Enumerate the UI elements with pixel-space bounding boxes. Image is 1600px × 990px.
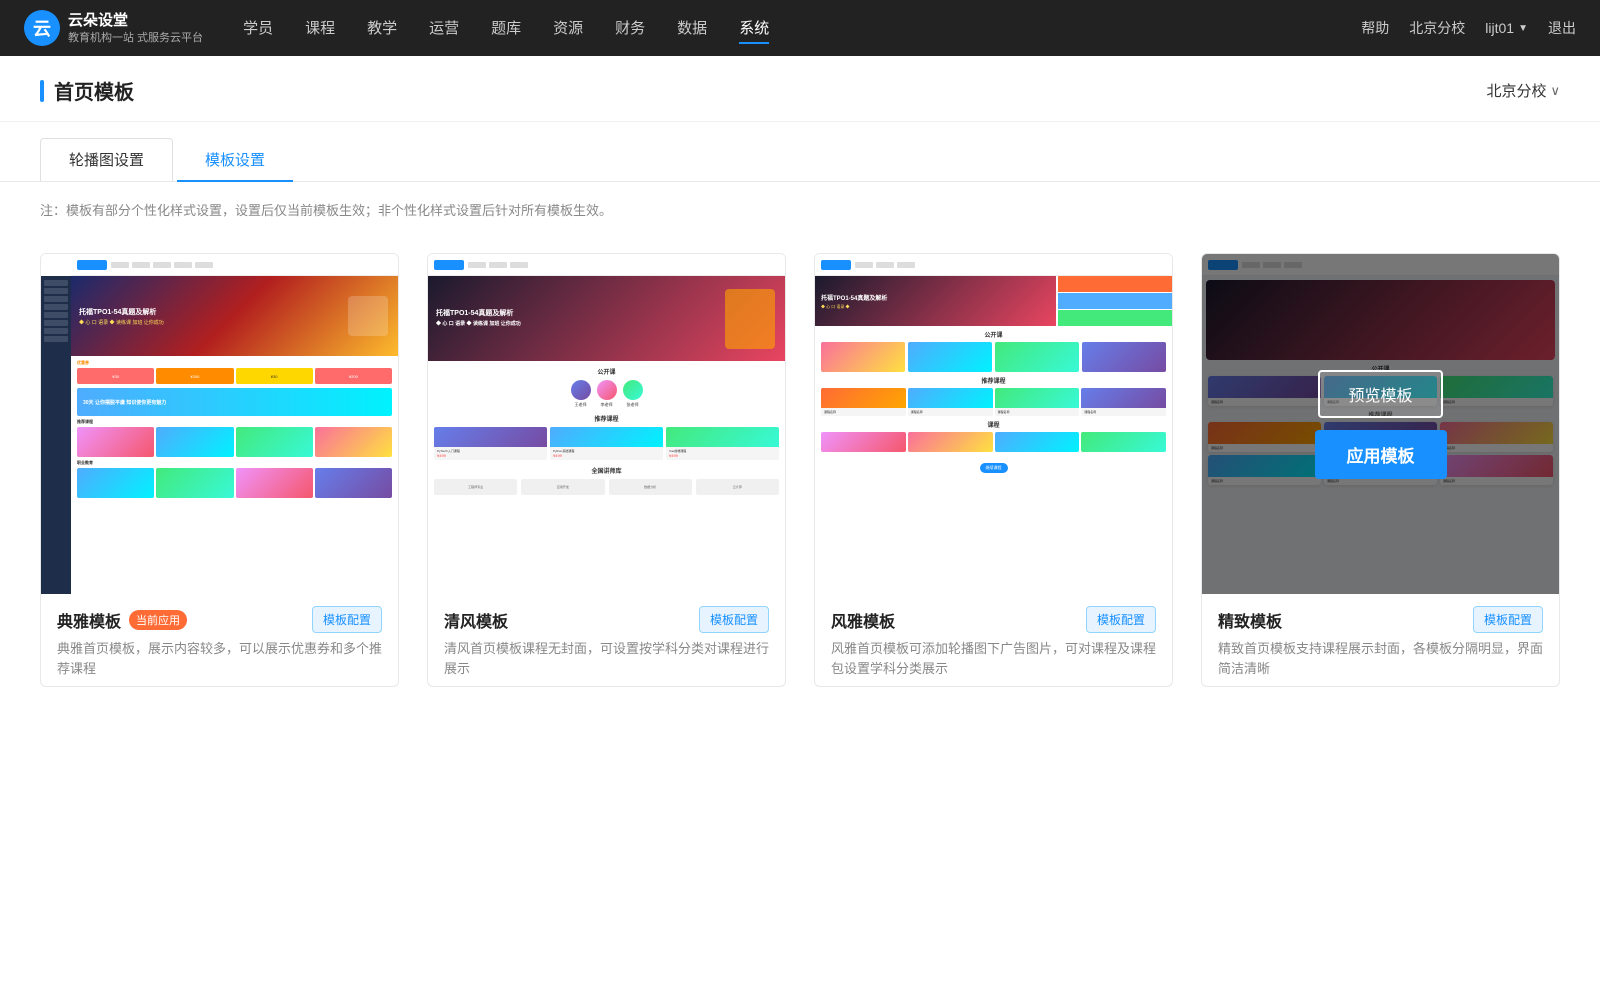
- template-preview-4: 公开课 课程名称 课程名称: [1202, 254, 1559, 594]
- overlay-apply-button[interactable]: 应用模板: [1315, 430, 1447, 479]
- template-preview-1: 托福TPO1-54真题及解析 ◆ 心 口 语录 ◆ 读练课 加班 让你成功 优惠…: [41, 254, 398, 594]
- logo-text: 云朵设堂 教育机构一站 式服务云平台: [68, 11, 203, 45]
- card-footer-3: 风雅模板 模板配置 风雅首页模板可添加轮播图下广告图片，可对课程及课程包设置学科…: [815, 594, 1172, 686]
- card-badge-1: 当前应用: [129, 610, 187, 630]
- nav-branch[interactable]: 北京分校: [1409, 18, 1465, 38]
- nav-item-courses[interactable]: 课程: [305, 13, 335, 44]
- tabs-container: 轮播图设置 模板设置: [0, 138, 1600, 182]
- card-config-btn-2[interactable]: 模板配置: [699, 606, 769, 633]
- card-desc-1: 典雅首页模板，展示内容较多，可以展示优惠券和多个推荐课程: [57, 639, 382, 678]
- nav-logo[interactable]: 云 云朵设堂 教育机构一站 式服务云平台: [24, 10, 203, 46]
- card-config-btn-1[interactable]: 模板配置: [312, 606, 382, 633]
- card-desc-3: 风雅首页模板可添加轮播图下广告图片，可对课程及课程包设置学科分类展示: [831, 639, 1156, 678]
- page-header: 首页模板 北京分校: [0, 56, 1600, 122]
- card-desc-2: 清风首页模板课程无封面，可设置按学科分类对课程进行展示: [444, 639, 769, 678]
- card-name-3: 风雅模板: [831, 608, 895, 632]
- tab-template[interactable]: 模板设置: [177, 139, 293, 182]
- nav-item-finance[interactable]: 财务: [615, 13, 645, 44]
- nav-help[interactable]: 帮助: [1361, 18, 1389, 38]
- card-footer-4: 精致模板 模板配置 精致首页模板支持课程展示封面，各模板分隔明显，界面简洁清晰: [1202, 594, 1559, 686]
- nav-user[interactable]: lijt01: [1485, 20, 1528, 36]
- main-nav: 云 云朵设堂 教育机构一站 式服务云平台 学员 课程 教学 运营 题库 资源 财…: [0, 0, 1600, 56]
- nav-item-question-bank[interactable]: 题库: [491, 13, 521, 44]
- tab-carousel[interactable]: 轮播图设置: [40, 138, 173, 181]
- card-desc-4: 精致首页模板支持课程展示封面，各模板分隔明显，界面简洁清晰: [1218, 639, 1543, 678]
- template-card-1: 托福TPO1-54真题及解析 ◆ 心 口 语录 ◆ 读练课 加班 让你成功 优惠…: [40, 253, 399, 687]
- page-title: 首页模板: [54, 76, 134, 105]
- templates-grid: 托福TPO1-54真题及解析 ◆ 心 口 语录 ◆ 读练课 加班 让你成功 优惠…: [0, 229, 1600, 727]
- nav-right: 帮助 北京分校 lijt01 退出: [1361, 18, 1576, 38]
- template-card-2: 托福TPO1-54真题及解析 ◆ 心 口 语录 ◆ 读练课 加班 让你成功 公开…: [427, 253, 786, 687]
- title-bar-decoration: [40, 80, 44, 102]
- template-preview-2: 托福TPO1-54真题及解析 ◆ 心 口 语录 ◆ 读练课 加班 让你成功 公开…: [428, 254, 785, 594]
- card-name-4: 精致模板: [1218, 608, 1282, 632]
- card-config-btn-4[interactable]: 模板配置: [1473, 606, 1543, 633]
- card-config-btn-3[interactable]: 模板配置: [1086, 606, 1156, 633]
- nav-item-students[interactable]: 学员: [243, 13, 273, 44]
- nav-item-resources[interactable]: 资源: [553, 13, 583, 44]
- nav-item-data[interactable]: 数据: [677, 13, 707, 44]
- logo-icon: 云: [24, 10, 60, 46]
- page-content: 首页模板 北京分校 轮播图设置 模板设置 注：模板有部分个性化样式设置，设置后仅…: [0, 56, 1600, 990]
- template-card-4: 公开课 课程名称 课程名称: [1201, 253, 1560, 687]
- branch-selector[interactable]: 北京分校: [1486, 80, 1560, 101]
- template-card-3: 托福TPO1-54真题及解析 ◆ 心 口 语录 ◆: [814, 253, 1173, 687]
- overlay-preview-button[interactable]: 预览模板: [1318, 370, 1442, 418]
- template-note: 注：模板有部分个性化样式设置，设置后仅当前模板生效；非个性化样式设置后针对所有模…: [0, 182, 1600, 229]
- template-overlay-4: 预览模板 应用模板: [1202, 254, 1559, 594]
- card-footer-2: 清风模板 模板配置 清风首页模板课程无封面，可设置按学科分类对课程进行展示: [428, 594, 785, 686]
- nav-menu: 学员 课程 教学 运营 题库 资源 财务 数据 系统: [243, 13, 1361, 44]
- template-preview-3: 托福TPO1-54真题及解析 ◆ 心 口 语录 ◆: [815, 254, 1172, 594]
- nav-item-operations[interactable]: 运营: [429, 13, 459, 44]
- nav-item-teaching[interactable]: 教学: [367, 13, 397, 44]
- card-name-1: 典雅模板: [57, 608, 121, 632]
- card-footer-1: 典雅模板 当前应用 模板配置 典雅首页模板，展示内容较多，可以展示优惠券和多个推…: [41, 594, 398, 686]
- page-title-wrap: 首页模板: [40, 76, 134, 105]
- nav-logout[interactable]: 退出: [1548, 18, 1576, 38]
- nav-item-system[interactable]: 系统: [739, 13, 769, 44]
- card-name-2: 清风模板: [444, 608, 508, 632]
